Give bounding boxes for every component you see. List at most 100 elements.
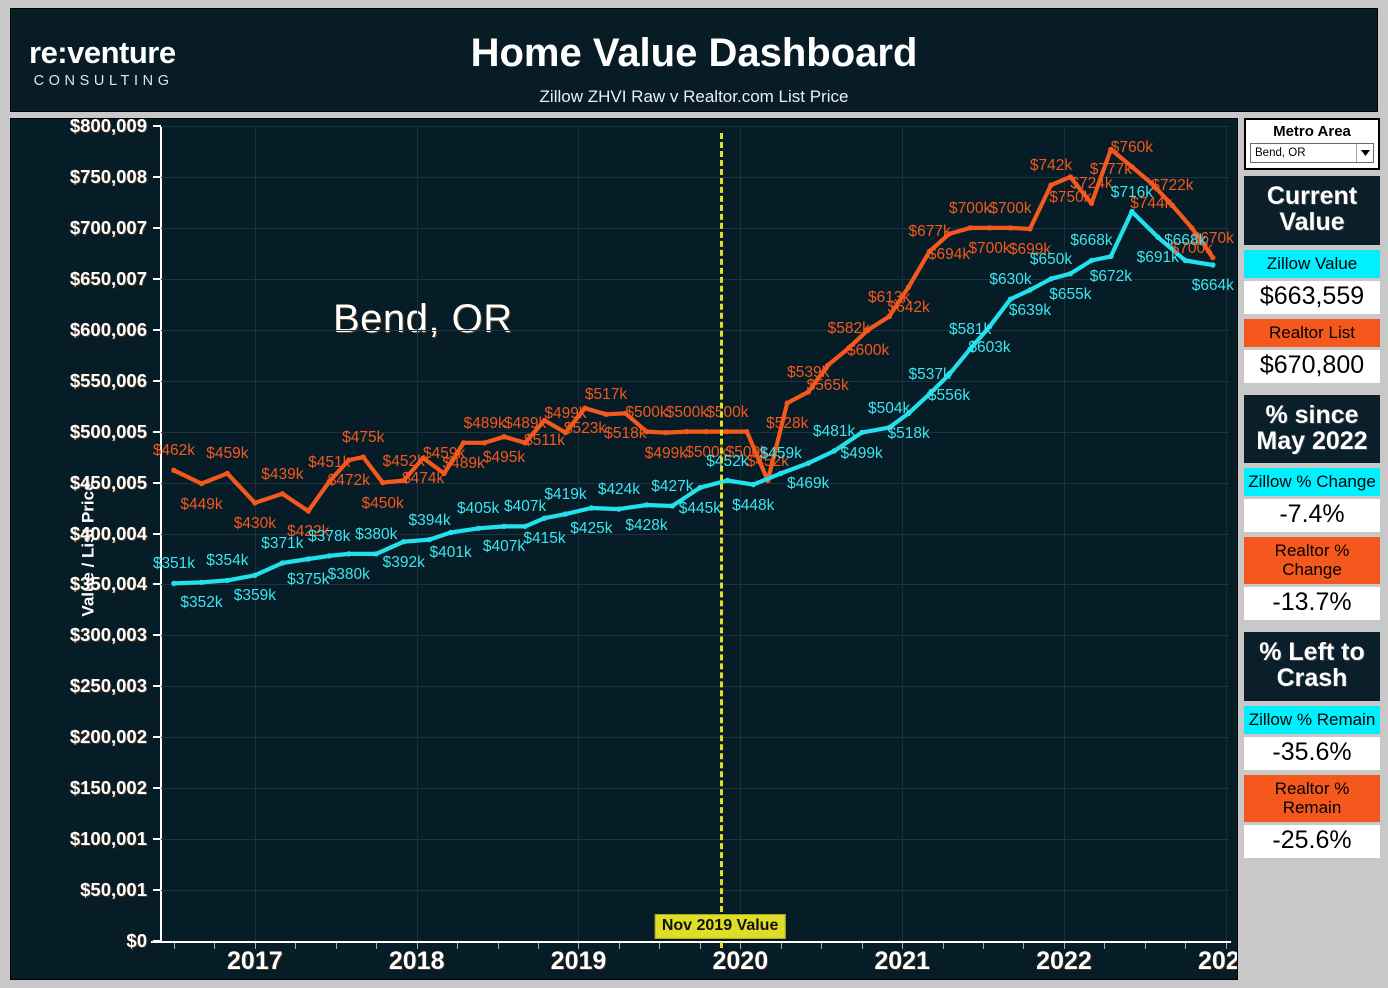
y-axis-title: Value / List Price	[78, 481, 98, 617]
x-axis-minor-tick	[335, 943, 337, 949]
series-marker	[373, 551, 379, 557]
series-marker	[224, 470, 230, 477]
x-axis-minor-tick	[740, 943, 742, 949]
series-marker	[360, 454, 366, 460]
realtor-change-value: -13.7%	[1244, 587, 1380, 621]
series-marker	[326, 553, 332, 559]
y-axis-tick-mark	[153, 430, 161, 433]
zillow-value-label: Zillow Value	[1244, 249, 1380, 278]
series-marker	[603, 411, 609, 417]
x-axis-minor-tick	[1104, 943, 1106, 949]
sidebar-divider-2	[1244, 620, 1380, 626]
series-lines	[171, 146, 1216, 587]
series-marker	[946, 371, 952, 378]
y-axis-tick-mark	[153, 379, 161, 382]
series-marker	[865, 327, 871, 333]
series-marker	[171, 467, 177, 473]
y-axis-tick-mark	[153, 736, 161, 739]
y-axis-tick-label: $700,007	[69, 216, 147, 238]
realtor-list-value: $670,800	[1244, 349, 1380, 383]
series-marker	[643, 502, 650, 508]
x-axis-tick-label: 2018	[388, 947, 445, 975]
y-axis-tick-mark	[153, 125, 161, 127]
series-marker	[582, 405, 588, 411]
series-marker	[380, 479, 386, 486]
x-axis-minor-tick	[1225, 943, 1227, 949]
series-marker	[401, 477, 407, 484]
y-axis-tick-mark	[153, 634, 161, 637]
series-marker	[1129, 208, 1135, 215]
series-marker	[1088, 257, 1095, 264]
x-axis-tick-label: 2021	[874, 947, 930, 975]
series-marker	[305, 508, 311, 514]
series-marker	[448, 529, 454, 536]
y-axis-tick-mark	[153, 940, 161, 942]
series-marker	[1148, 180, 1154, 186]
y-axis-tick-label: $800,009	[69, 118, 147, 136]
x-axis-tick-label: 2023	[1197, 947, 1237, 975]
series-marker	[252, 572, 258, 578]
series-marker	[475, 525, 481, 532]
current-value-header: Current Value	[1244, 176, 1380, 245]
chevron-down-icon[interactable]	[1356, 144, 1373, 162]
series-line-zillow	[171, 209, 1215, 586]
x-axis-tick-label: 2017	[227, 947, 283, 975]
series-marker	[279, 491, 286, 497]
series-marker	[522, 523, 528, 530]
series-marker	[1129, 164, 1135, 170]
y-axis-tick-label: $550,006	[69, 369, 147, 391]
series-marker	[1067, 271, 1074, 277]
x-axis-minor-tick	[1185, 943, 1187, 949]
series-marker	[663, 429, 669, 436]
series-marker	[905, 284, 912, 290]
y-axis-tick-label: $600,006	[69, 318, 147, 340]
series-marker	[986, 225, 993, 231]
series-marker	[926, 391, 933, 397]
series-marker	[724, 428, 731, 435]
series-marker	[522, 440, 528, 446]
series-marker	[846, 345, 852, 351]
x-axis-minor-tick	[376, 943, 378, 949]
page-subtitle: Zillow ZHVI Raw v Realtor.com List Price	[539, 87, 849, 106]
series-marker	[252, 500, 258, 506]
series-marker	[1210, 262, 1216, 268]
x-axis-minor-tick	[659, 943, 661, 949]
series-marker	[697, 485, 703, 491]
series-marker	[346, 551, 352, 557]
y-axis-tick-mark	[153, 787, 161, 790]
x-axis-minor-tick	[618, 943, 620, 949]
y-axis-tick-label: $500,005	[69, 420, 147, 442]
zillow-change-value: -7.4%	[1244, 499, 1380, 533]
metro-area-dropdown[interactable]: Bend, OR	[1250, 143, 1374, 163]
series-marker	[1027, 287, 1033, 293]
series-marker	[886, 424, 892, 431]
series-marker	[831, 448, 837, 454]
series-marker	[501, 434, 507, 440]
x-axis-minor-tick	[254, 943, 256, 949]
series-marker	[562, 429, 569, 436]
series-marker	[1108, 146, 1114, 153]
zillow-change-label: Zillow % Change	[1244, 468, 1380, 497]
x-axis-minor-tick	[1144, 943, 1146, 949]
y-axis-tick-mark	[153, 583, 161, 586]
series-marker	[426, 536, 433, 543]
series-marker	[778, 470, 784, 477]
y-axis-tick-label: $650,007	[69, 267, 147, 289]
page-title: Home Value Dashboard	[470, 31, 918, 75]
dashboard-root: re:venture CONSULTING Home Value Dashboa…	[0, 0, 1388, 988]
series-marker	[420, 455, 426, 461]
metro-area-label: Metro Area	[1273, 123, 1351, 140]
series-marker	[825, 362, 831, 369]
y-axis-tick-mark	[153, 328, 161, 331]
series-marker	[1155, 234, 1161, 240]
y-axis-tick-label: $50,001	[80, 879, 147, 901]
series-marker	[224, 577, 230, 584]
y-axis-tick-label: $750,008	[69, 165, 147, 187]
realtor-remain-value: -25.6%	[1244, 824, 1380, 858]
x-axis-minor-tick	[497, 943, 499, 949]
x-axis-minor-tick	[942, 943, 944, 949]
series-marker	[501, 523, 507, 530]
y-axis-tick-label: $400,004	[69, 522, 147, 544]
y-axis-tick-label: $150,002	[69, 777, 147, 799]
series-marker	[946, 231, 952, 237]
